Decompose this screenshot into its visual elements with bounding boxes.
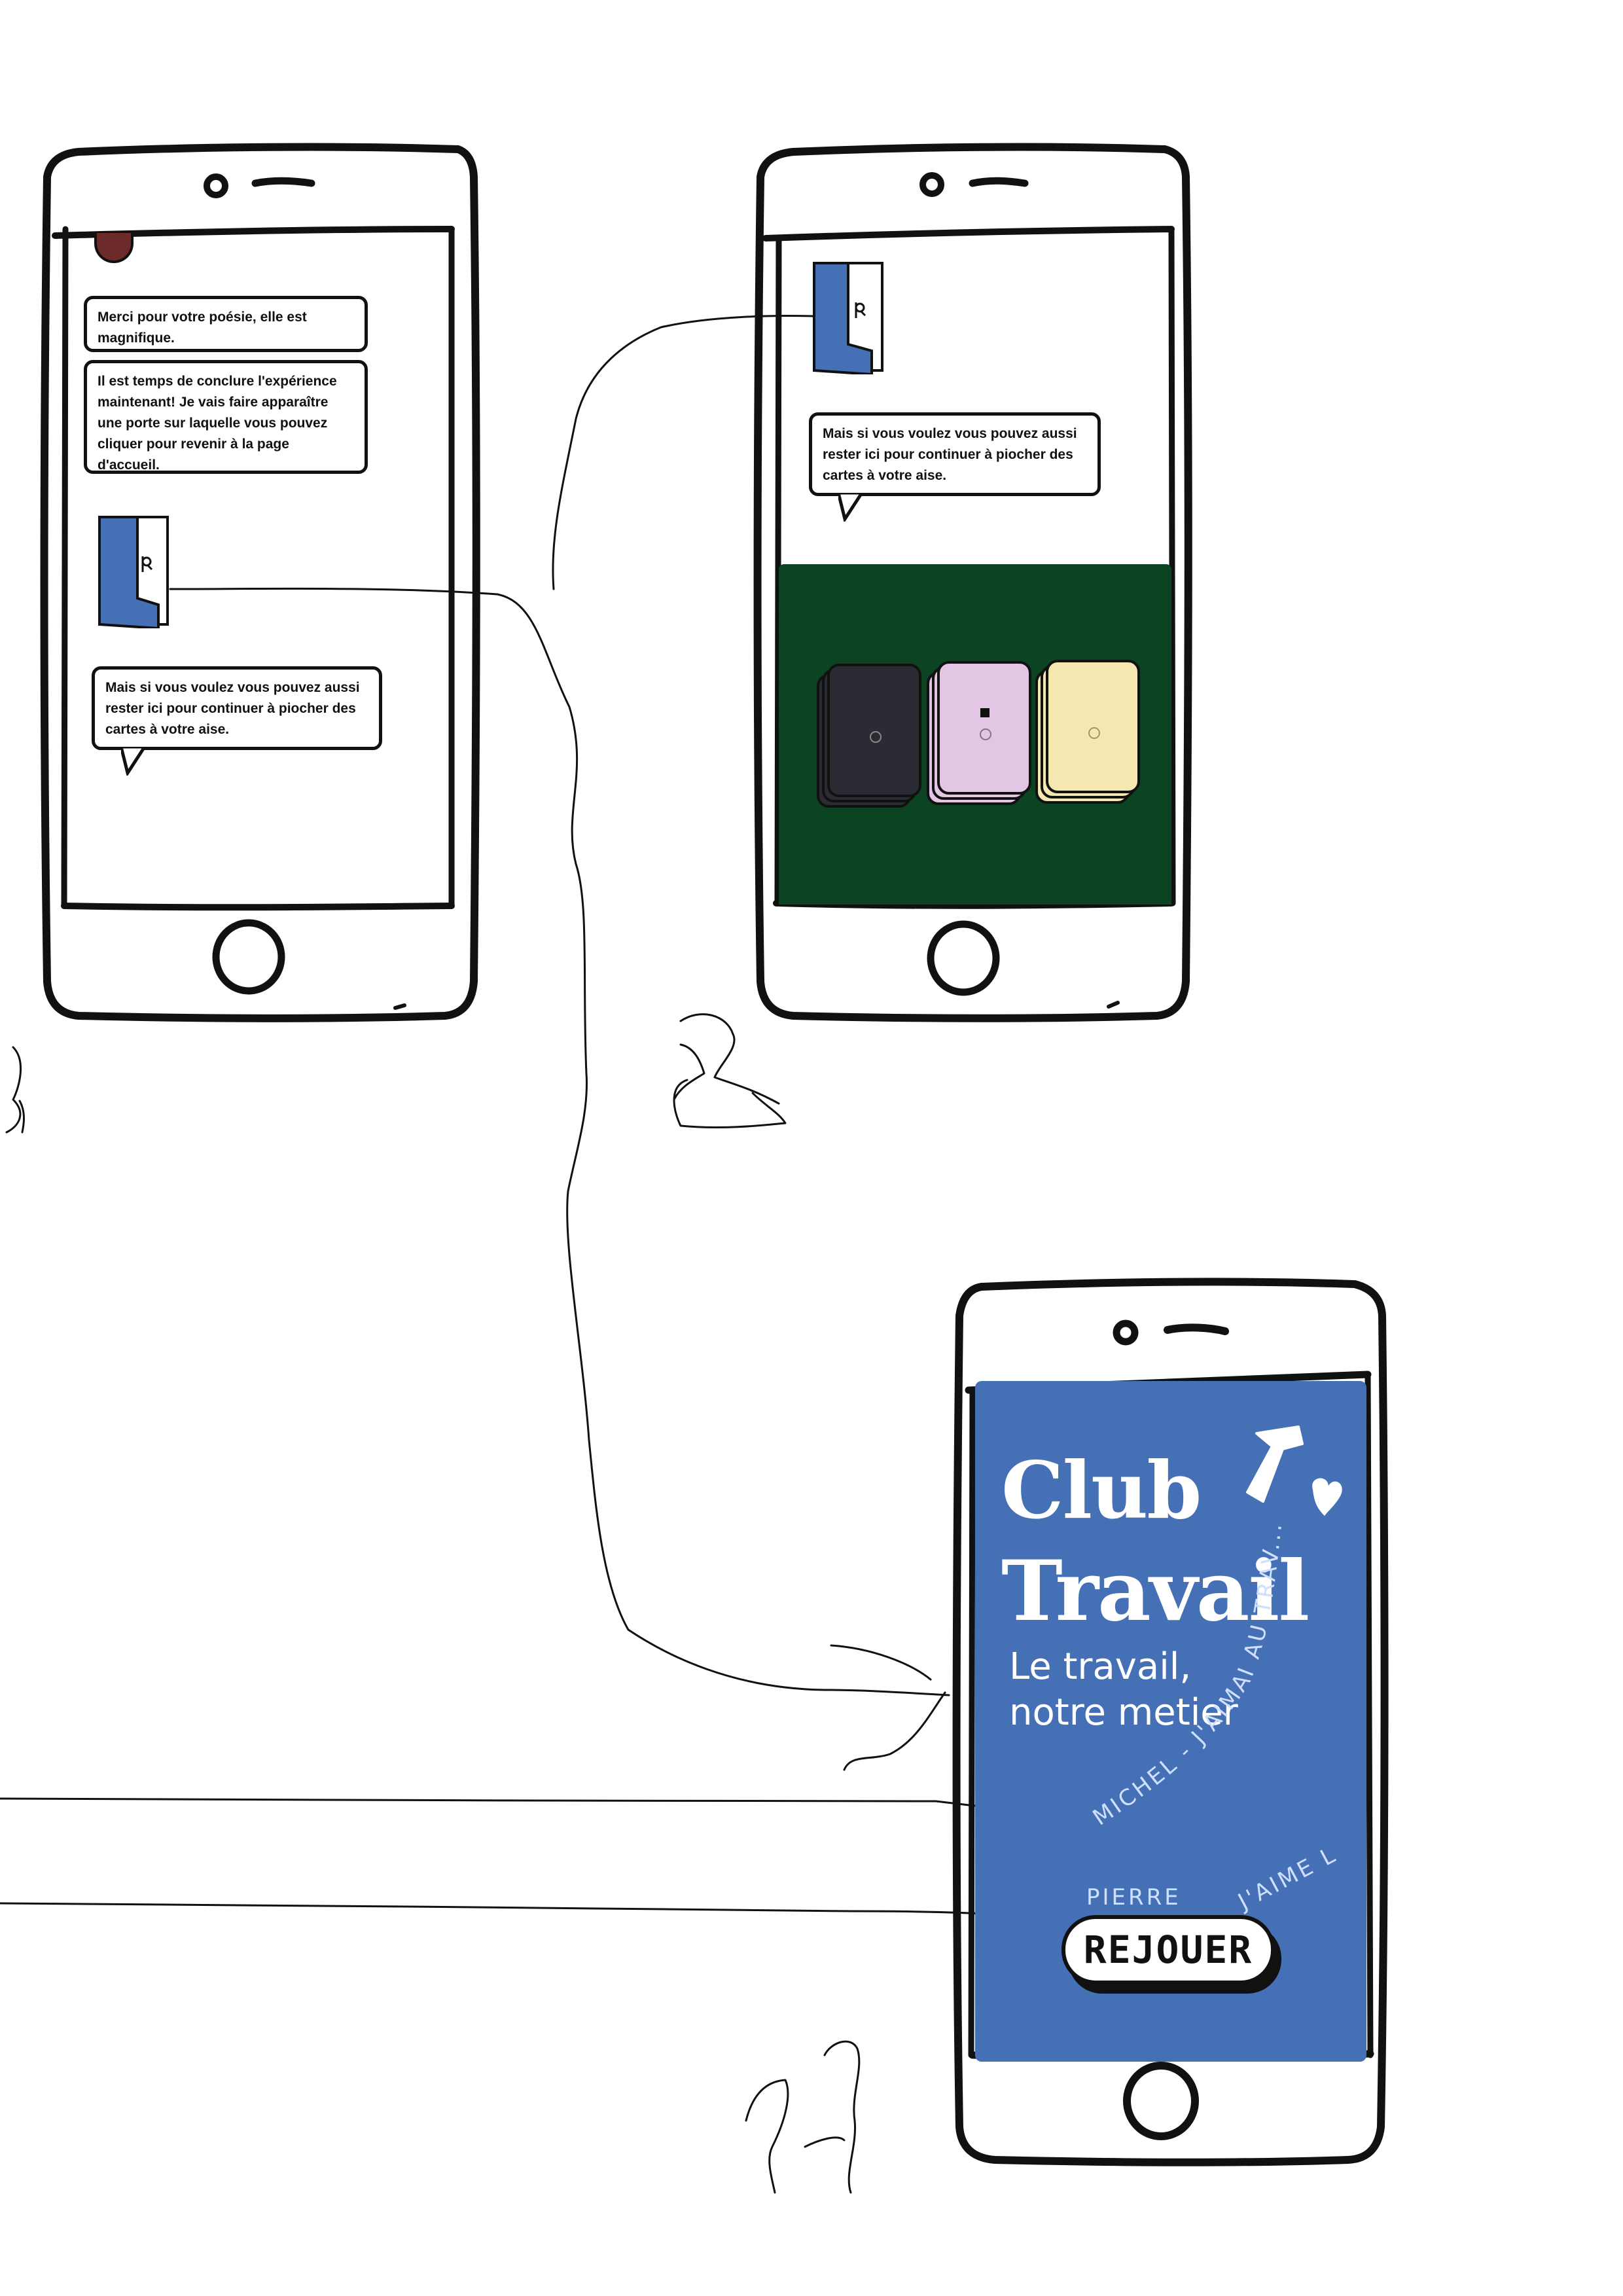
handwritten-note-michel: MICHEL - J'AIMAI AU TRAV... bbox=[1088, 1520, 1288, 1831]
chat-bubble-text: Mais si vous voulez vous pouvez aussi re… bbox=[823, 426, 1077, 483]
deck-pink[interactable] bbox=[924, 660, 1035, 810]
deck-dark[interactable] bbox=[814, 662, 925, 813]
chat-bubble-conclusion: Il est temps de conclure l'expérience ma… bbox=[84, 360, 368, 474]
deck-yellow[interactable] bbox=[1033, 658, 1144, 809]
handwritten-note-jaime: J'AIME L bbox=[1233, 1841, 1342, 1916]
chat-bubble-text: Il est temps de conclure l'expérience ma… bbox=[98, 374, 337, 473]
door-icon[interactable] bbox=[96, 513, 171, 628]
chat-bubble-thanks: Merci pour votre poésie, elle est magnif… bbox=[84, 296, 368, 352]
door-icon[interactable] bbox=[810, 259, 886, 374]
chat-bubble-stay: Mais si vous voulez vous pouvez aussi re… bbox=[92, 666, 382, 776]
chat-bubble-stay: Mais si vous voulez vous pouvez aussi re… bbox=[809, 412, 1101, 522]
replay-button[interactable]: REJOUER bbox=[1061, 1915, 1275, 1984]
chat-bubble-text: Mais si vous voulez vous pouvez aussi re… bbox=[105, 680, 360, 737]
avatar bbox=[94, 233, 134, 263]
chat-bubble-text: Merci pour votre poésie, elle est magnif… bbox=[98, 310, 307, 346]
handwritten-note-pierre: PIERRE bbox=[1086, 1884, 1181, 1910]
